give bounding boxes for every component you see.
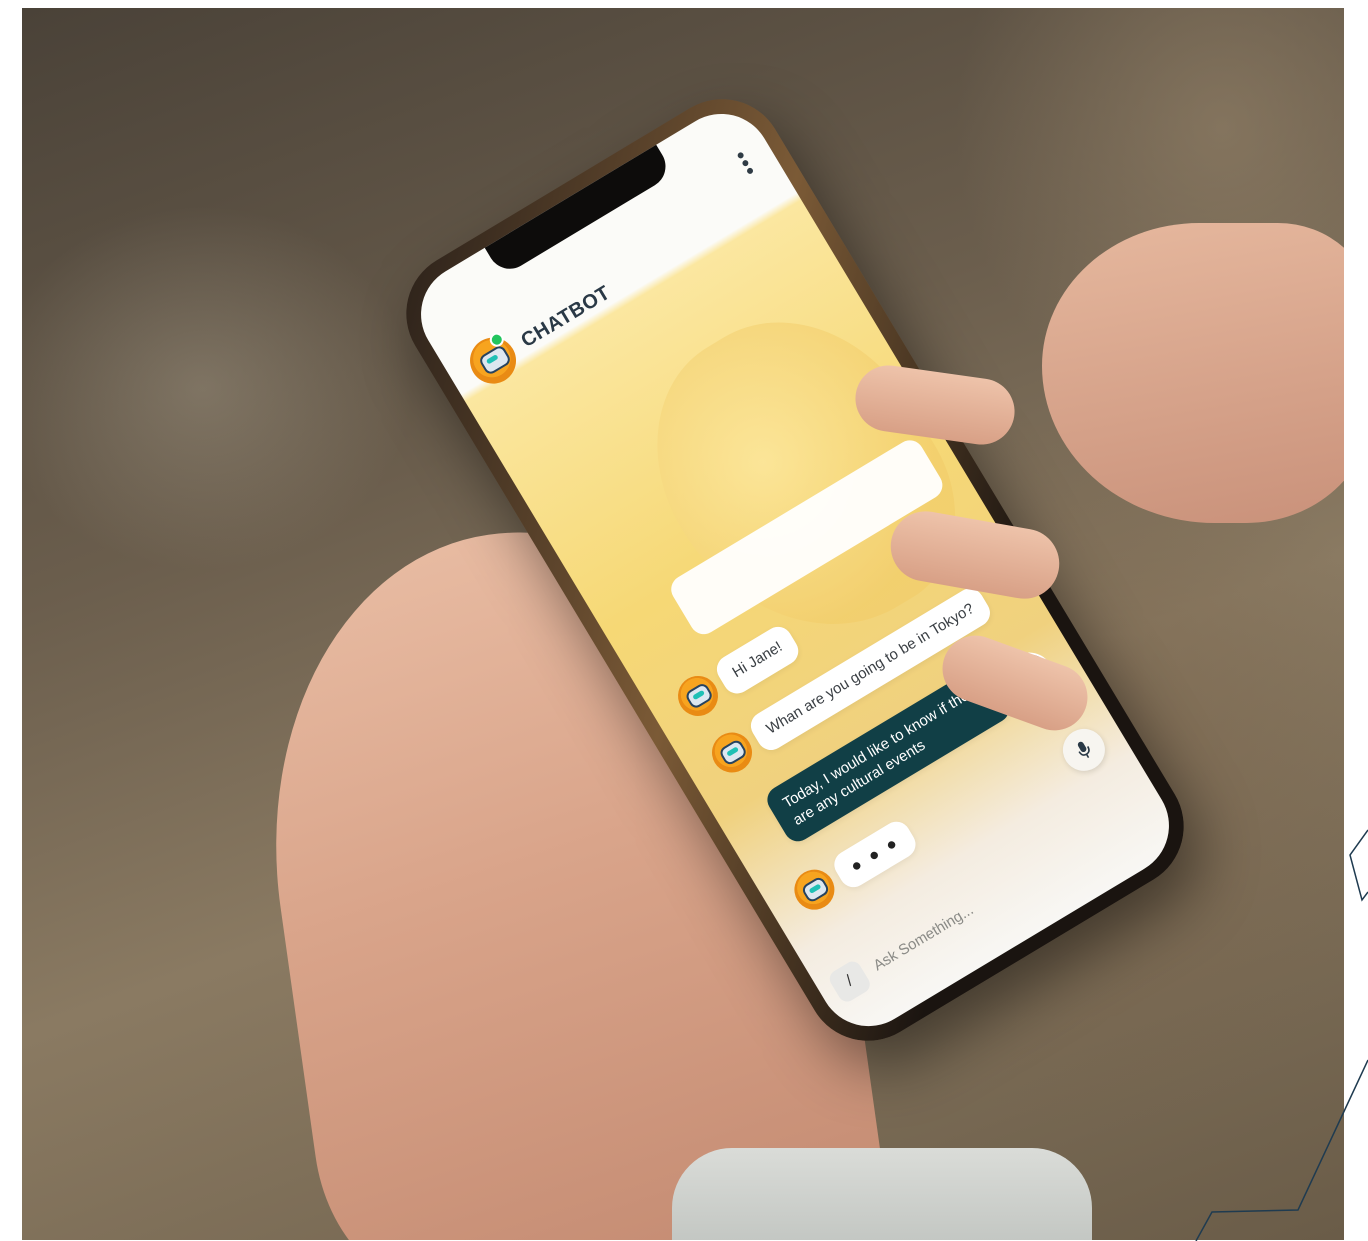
right-hand	[1042, 223, 1344, 523]
robot-icon	[800, 875, 831, 904]
slash-icon[interactable]: /	[826, 958, 874, 1005]
robot-icon	[717, 738, 749, 767]
phone-wrap: • • • CHATBOT Hi Jane! Whan are you going …	[383, 20, 1207, 1220]
typing-indicator: • • •	[829, 816, 921, 893]
robot-icon	[477, 343, 513, 377]
chat-header: CHATBOT	[461, 271, 620, 393]
phone-notch	[483, 143, 674, 277]
bot-message: Hi Jane!	[711, 621, 804, 699]
bot-avatar	[786, 862, 842, 918]
bot-avatar	[461, 329, 525, 393]
bot-avatar	[704, 725, 760, 780]
bot-avatar	[670, 668, 726, 724]
microphone-icon[interactable]	[1055, 721, 1113, 779]
chat-title: CHATBOT	[517, 281, 614, 352]
more-vertical-icon[interactable]: • • •	[731, 143, 760, 184]
online-status-dot	[487, 330, 507, 350]
robot-icon	[683, 681, 715, 711]
